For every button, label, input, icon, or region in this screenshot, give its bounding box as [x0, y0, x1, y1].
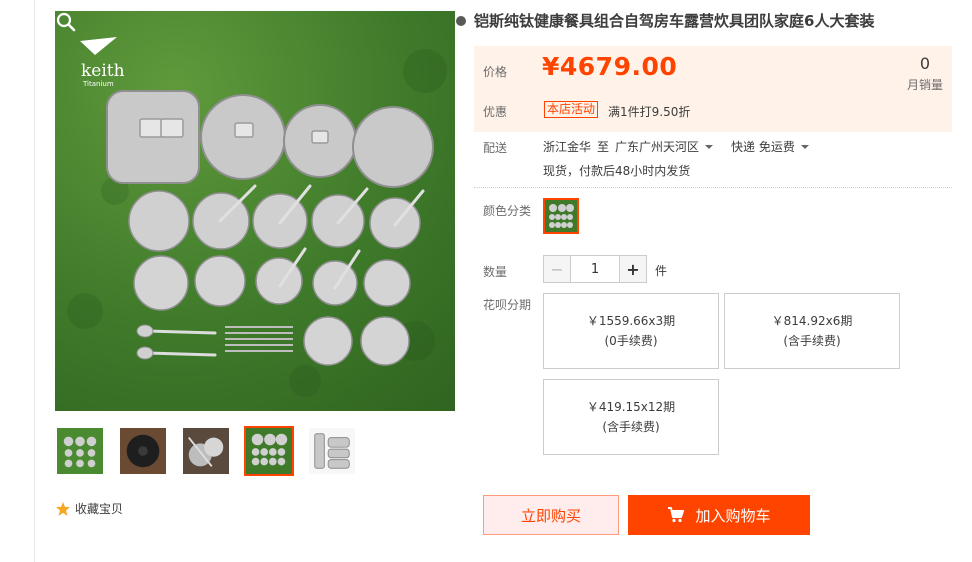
thumbnail-4-selected[interactable] [244, 426, 294, 476]
installment-amount: ￥1559.66x3期 [586, 314, 676, 328]
quantity-input[interactable] [571, 255, 619, 283]
shipping-note: 现货，付款后48小时内发货 [543, 164, 691, 178]
thumbnail-5[interactable] [307, 426, 357, 476]
chevron-down-icon[interactable] [705, 144, 714, 149]
product-photo: keith Titanium [67, 37, 447, 397]
main-product-image[interactable]: keith Titanium [55, 11, 455, 411]
brand-logo [80, 37, 117, 55]
shipping-origin: 浙江金华 [543, 140, 592, 154]
quantity-unit: 件 [655, 264, 668, 278]
title-row: 铠斯纯钛健康餐具组合自驾房车露营炊具团队家庭6人大套装 [456, 10, 875, 31]
color-label: 颜色分类 [483, 204, 532, 218]
installment-option-3[interactable]: ￥1559.66x3期 (0手续费) [543, 293, 719, 369]
favorite-label: 收藏宝贝 [75, 502, 124, 516]
brand-logo-sub: Titanium [82, 80, 114, 88]
shipping-to: 至 [597, 140, 610, 154]
installment-amount: ￥419.15x12期 [586, 400, 676, 414]
promotion-tag[interactable]: 本店活动 [544, 101, 599, 118]
magnifier-icon[interactable] [55, 11, 77, 33]
price-panel: 价格 ¥4679.00 0 月销量 优惠 本店活动 满1件打9.50折 [474, 46, 952, 132]
brand-logo-text: keith [81, 61, 125, 81]
shipping-line: 浙江金华 至 广东广州天河区 快递 免运费 [543, 138, 817, 155]
buy-now-button[interactable]: 立即购买 [483, 495, 619, 535]
section-divider [474, 187, 952, 188]
quantity-increase-button[interactable]: + [619, 255, 647, 283]
add-to-cart-button[interactable]: 加入购物车 [628, 495, 810, 535]
thumbnail-strip [55, 426, 357, 476]
thumbnail-1[interactable] [55, 426, 105, 476]
installment-amount: ￥814.92x6期 [771, 314, 853, 328]
left-divider [34, 0, 35, 562]
add-to-cart-label: 加入购物车 [695, 506, 771, 525]
chevron-down-icon[interactable] [800, 144, 809, 149]
promotion-label: 优惠 [483, 105, 508, 119]
thumbnail-2[interactable] [118, 426, 168, 476]
shipping-method-select[interactable]: 快递 免运费 [731, 138, 795, 155]
monthly-sales-label: 月销量 [906, 78, 943, 92]
favorite-button[interactable]: 收藏宝贝 [55, 500, 123, 517]
shipping-destination-select[interactable]: 广东广州天河区 [615, 138, 699, 155]
monthly-sales-count: 0 [919, 54, 930, 73]
quantity-decrease-button[interactable]: − [543, 255, 571, 283]
cart-icon [668, 507, 685, 523]
price-label: 价格 [483, 65, 508, 79]
shipping-label: 配送 [483, 141, 508, 155]
thumbnail-3[interactable] [181, 426, 231, 476]
color-option-selected[interactable] [543, 198, 579, 234]
promotion-text: 满1件打9.50折 [608, 105, 691, 119]
installment-fee: (0手续费) [604, 334, 658, 348]
star-icon [56, 501, 70, 516]
installment-fee: (含手续费) [602, 420, 660, 434]
installment-fee: (含手续费) [783, 334, 841, 348]
title-bullet [456, 15, 466, 26]
product-title: 铠斯纯钛健康餐具组合自驾房车露营炊具团队家庭6人大套装 [474, 12, 875, 30]
installment-option-12[interactable]: ￥419.15x12期 (含手续费) [543, 379, 719, 455]
price-value: ¥4679.00 [542, 52, 678, 81]
quantity-label: 数量 [483, 265, 508, 279]
installment-label: 花呗分期 [483, 298, 532, 312]
installment-option-6[interactable]: ￥814.92x6期 (含手续费) [724, 293, 900, 369]
quantity-stepper: − + [543, 255, 647, 283]
